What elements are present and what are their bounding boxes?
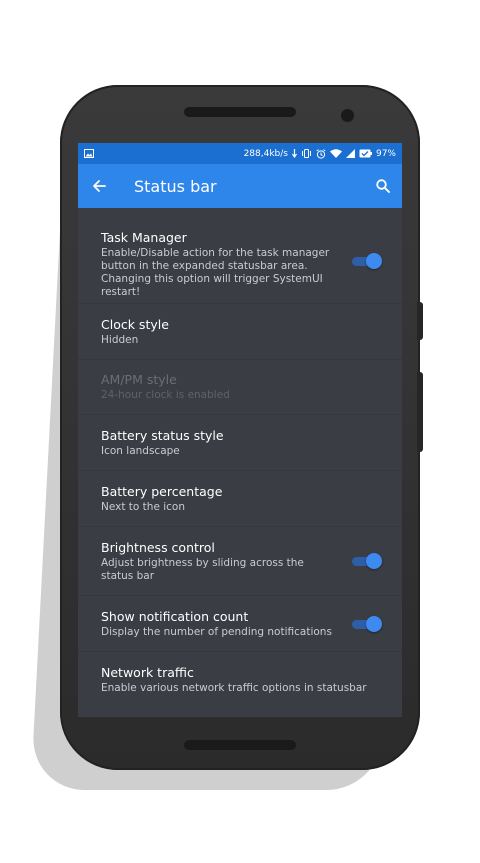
vibrate-icon xyxy=(301,149,312,158)
signal-icon xyxy=(345,149,355,158)
brightness-control-toggle[interactable] xyxy=(352,553,382,569)
setting-summary: Enable various network traffic options i… xyxy=(101,682,367,694)
image-icon xyxy=(84,149,94,158)
wifi-icon xyxy=(329,149,342,158)
status-bar: 288,4kb/s 97% xyxy=(78,143,402,164)
download-arrow-icon xyxy=(291,149,297,158)
setting-title: Task Manager xyxy=(101,230,187,245)
notification-count-toggle[interactable] xyxy=(352,615,382,632)
setting-task-manager[interactable]: Task Manager Enable/Disable action for t… xyxy=(78,228,402,304)
battery-percent: 97% xyxy=(375,148,396,159)
page-title: Status bar xyxy=(134,176,217,196)
setting-title: Battery status style xyxy=(101,427,224,443)
screen: 288,4kb/s 97% Status bar Task Manager En… xyxy=(78,143,402,717)
front-camera xyxy=(341,109,354,122)
app-bar: Status bar xyxy=(78,164,402,208)
setting-summary: Display the number of pending notificati… xyxy=(101,625,332,638)
setting-summary: Enable/Disable action for the task manag… xyxy=(101,247,330,298)
device-mockup: 288,4kb/s 97% Status bar Task Manager En… xyxy=(0,0,480,863)
power-button xyxy=(417,302,423,340)
back-arrow-icon[interactable] xyxy=(92,179,106,193)
setting-brightness-control[interactable]: Brightness control Adjust brightness by … xyxy=(78,527,402,596)
alarm-icon xyxy=(316,148,326,159)
setting-summary: 24-hour clock is enabled xyxy=(101,389,230,401)
task-manager-toggle[interactable] xyxy=(352,253,382,269)
setting-summary: Icon landscape xyxy=(101,444,180,457)
setting-notification-count[interactable]: Show notification count Display the numb… xyxy=(78,596,402,652)
setting-network-traffic[interactable]: Network traffic Enable various network t… xyxy=(78,652,402,708)
network-speed: 288,4kb/s xyxy=(243,148,288,159)
setting-summary: Adjust brightness by sliding across the … xyxy=(101,556,304,582)
setting-summary: Hidden xyxy=(101,333,139,346)
bottom-speaker xyxy=(184,740,296,750)
setting-title: Clock style xyxy=(101,316,169,332)
setting-battery-percentage[interactable]: Battery percentage Next to the icon xyxy=(78,471,402,527)
setting-title: AM/PM style xyxy=(101,372,177,387)
toggle-thumb xyxy=(366,553,382,569)
earpiece-speaker xyxy=(184,107,296,117)
setting-ampm-style: AM/PM style 24-hour clock is enabled xyxy=(78,360,402,415)
setting-title: Brightness control xyxy=(101,539,215,555)
settings-list: Task Manager Enable/Disable action for t… xyxy=(78,208,402,708)
volume-button xyxy=(417,372,423,452)
toggle-thumb xyxy=(366,253,382,269)
setting-summary: Next to the icon xyxy=(101,500,186,513)
toggle-thumb xyxy=(366,615,382,632)
setting-battery-status-style[interactable]: Battery status style Icon landscape xyxy=(78,415,402,471)
setting-title: Show notification count xyxy=(101,608,249,624)
search-icon[interactable] xyxy=(376,179,390,193)
battery-icon xyxy=(359,149,372,158)
setting-title: Battery percentage xyxy=(101,483,223,499)
setting-clock-style[interactable]: Clock style Hidden xyxy=(78,304,402,360)
setting-title: Network traffic xyxy=(101,665,194,680)
